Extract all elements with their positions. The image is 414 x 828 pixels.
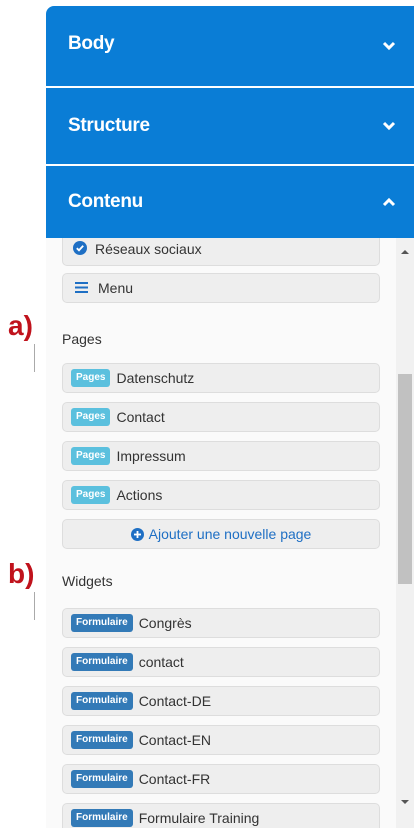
formulaire-badge: Formulaire — [71, 809, 133, 827]
annotation-b: b) — [8, 558, 35, 589]
pages-section-title: Pages — [62, 331, 102, 347]
annotation-a-line — [34, 344, 35, 372]
widget-item-contact-fr[interactable]: Formulaire Contact-FR — [62, 764, 380, 794]
annotation-a: a) — [8, 310, 33, 341]
accordion-body-header[interactable]: Body — [46, 6, 414, 86]
scroll-down-arrow-icon[interactable] — [401, 800, 409, 804]
widgets-section-title: Widgets — [62, 573, 113, 589]
pages-badge: Pages — [71, 447, 111, 465]
accordion-body-title: Body — [68, 33, 115, 54]
pages-badge: Pages — [71, 486, 111, 504]
hamburger-menu-icon — [75, 280, 88, 296]
formulaire-badge: Formulaire — [71, 653, 133, 671]
item-label: Datenschutz — [116, 370, 195, 386]
item-label: Actions — [116, 487, 163, 503]
item-label: Menu — [98, 280, 134, 296]
widget-item-congres[interactable]: Formulaire Congrès — [62, 608, 380, 638]
formulaire-badge: Formulaire — [71, 614, 133, 632]
page-item-contact[interactable]: Pages Contact — [62, 402, 380, 432]
accordion-contenu-title: Contenu — [68, 191, 143, 212]
item-label: Contact — [116, 409, 165, 425]
formulaire-badge: Formulaire — [71, 692, 133, 710]
item-label: Formulaire Training — [138, 810, 260, 826]
item-label: contact — [138, 654, 184, 670]
item-label: Réseaux sociaux — [95, 241, 202, 257]
widget-item-contact-en[interactable]: Formulaire Contact-EN — [62, 725, 380, 755]
item-label: Congrès — [138, 615, 192, 631]
check-circle-icon — [73, 240, 87, 258]
contenu-panel: Réseaux sociaux Menu Pages Pages Datensc… — [46, 238, 396, 828]
chevron-down-icon — [382, 41, 396, 51]
item-label: Contact-FR — [138, 771, 211, 787]
widget-item-contact[interactable]: Formulaire contact — [62, 647, 380, 677]
item-label: Contact-EN — [138, 732, 212, 748]
formulaire-badge: Formulaire — [71, 731, 133, 749]
add-new-page-label: Ajouter une nouvelle page — [148, 526, 312, 542]
chevron-up-icon — [382, 197, 396, 207]
chevron-down-icon — [382, 121, 396, 131]
item-label: Impressum — [116, 448, 186, 464]
add-new-page-button[interactable]: Ajouter une nouvelle page — [62, 519, 380, 549]
item-menu[interactable]: Menu — [62, 273, 380, 303]
item-label: Contact-DE — [138, 693, 212, 709]
accordion-structure-header[interactable]: Structure — [46, 88, 414, 164]
item-reseaux-sociaux[interactable]: Réseaux sociaux — [62, 238, 380, 266]
pages-badge: Pages — [71, 369, 111, 387]
page-item-datenschutz[interactable]: Pages Datenschutz — [62, 363, 380, 393]
page: Body Structure Contenu Réseaux sociaux M… — [0, 0, 414, 828]
widget-item-formulaire-training[interactable]: Formulaire Formulaire Training — [62, 803, 380, 828]
accordion-contenu-header[interactable]: Contenu — [46, 166, 414, 238]
pages-badge: Pages — [71, 408, 111, 426]
scrollbar[interactable] — [396, 238, 414, 828]
plus-circle-icon — [130, 527, 144, 541]
page-item-impressum[interactable]: Pages Impressum — [62, 441, 380, 471]
formulaire-badge: Formulaire — [71, 770, 133, 788]
scrollbar-thumb[interactable] — [398, 374, 412, 584]
scroll-up-arrow-icon[interactable] — [401, 250, 409, 254]
accordion-structure-title: Structure — [68, 115, 150, 136]
annotation-b-line — [34, 592, 35, 620]
widget-item-contact-de[interactable]: Formulaire Contact-DE — [62, 686, 380, 716]
page-item-actions[interactable]: Pages Actions — [62, 480, 380, 510]
